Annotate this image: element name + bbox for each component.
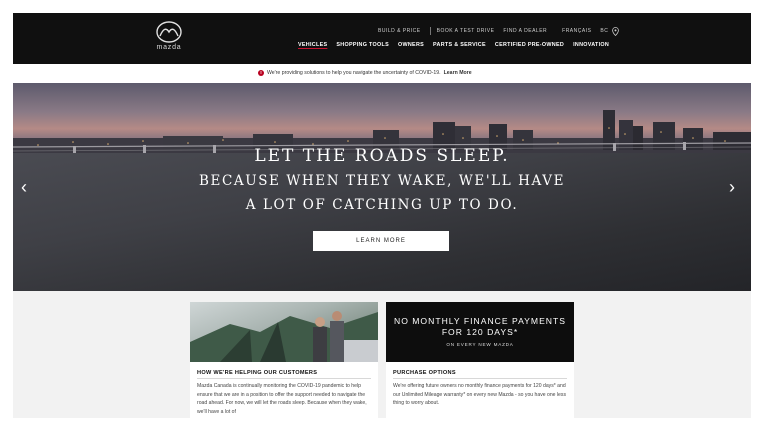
find-dealer-link[interactable]: FIND A DEALER [503, 28, 547, 34]
build-price-link[interactable]: BUILD & PRICE [378, 28, 421, 34]
browser-viewport: mazda BUILD & PRICE BOOK A TEST DRIVE FI… [13, 13, 751, 418]
covid-banner-text: We're providing solutions to help you na… [267, 70, 441, 76]
alert-icon: ! [258, 70, 264, 76]
promo-line-1: NO MONTHLY FINANCE PAYMENTS [394, 316, 566, 326]
nav-certified-pre-owned[interactable]: CERTIFIED PRE-OWNED [495, 42, 564, 48]
helping-card-body: Mazda Canada is continually monitoring t… [197, 383, 367, 415]
region-selector[interactable]: BC [600, 28, 608, 34]
nav-vehicles[interactable]: VEHICLES [298, 42, 327, 48]
hero-headline: LET THE ROADS SLEEP. [254, 146, 510, 166]
nav-owners[interactable]: OWNERS [398, 42, 424, 48]
utility-nav: BUILD & PRICE BOOK A TEST DRIVE FIND A D… [378, 26, 620, 36]
language-toggle-link[interactable]: FRANÇAIS [562, 28, 591, 34]
helping-customers-card[interactable]: HOW WE'RE HELPING OUR CUSTOMERS Mazda Ca… [190, 302, 378, 418]
finance-promo-banner: NO MONTHLY FINANCE PAYMENTS FOR 120 DAYS… [386, 302, 574, 362]
helping-card-divider [197, 378, 371, 379]
book-test-drive-link[interactable]: BOOK A TEST DRIVE [437, 28, 495, 34]
nav-shopping-tools[interactable]: SHOPPING TOOLS [336, 42, 389, 48]
couple-photo-illustration [190, 311, 378, 362]
logo-wordmark: mazda [156, 44, 182, 51]
covid-learn-more-link[interactable]: Learn More [444, 70, 472, 76]
couple-outdoors-photo [190, 302, 378, 362]
helping-card-title: HOW WE'RE HELPING OUR CUSTOMERS [197, 370, 318, 376]
hero-subline-2: A LOT OF CATCHING UP TO DO. [245, 197, 519, 213]
nav-innovation[interactable]: INNOVATION [573, 42, 609, 48]
hero-carousel: LET THE ROADS SLEEP. BECAUSE WHEN THEY W… [13, 83, 751, 291]
utility-divider [429, 27, 431, 35]
covid-banner: ! We're providing solutions to help you … [13, 64, 751, 84]
purchase-options-card[interactable]: NO MONTHLY FINANCE PAYMENTS FOR 120 DAYS… [386, 302, 574, 418]
top-navigation-bar: mazda BUILD & PRICE BOOK A TEST DRIVE FI… [13, 13, 751, 64]
purchase-card-divider [393, 378, 567, 379]
location-pin-icon[interactable] [612, 26, 620, 36]
hero-subline-1: BECAUSE WHEN THEY WAKE, WE'LL HAVE [198, 173, 566, 189]
purchase-options-body: We're offering future owners no monthly … [393, 383, 566, 407]
mazda-logo[interactable]: mazda [153, 21, 185, 55]
promo-line-2: FOR 120 DAYS* [441, 327, 519, 337]
carousel-prev-arrow-icon[interactable]: ‹ [21, 178, 27, 196]
hero-learn-more-button[interactable]: LEARN MORE [313, 231, 449, 251]
carousel-next-arrow-icon[interactable]: › [729, 178, 735, 196]
nav-parts-service[interactable]: PARTS & SERVICE [433, 42, 486, 48]
purchase-options-title: PURCHASE OPTIONS [393, 370, 456, 376]
main-nav: VEHICLES SHOPPING TOOLS OWNERS PARTS & S… [298, 42, 618, 48]
promo-line-3: ON EVERY NEW MAZDA [446, 342, 514, 347]
mazda-emblem-icon [156, 21, 182, 43]
